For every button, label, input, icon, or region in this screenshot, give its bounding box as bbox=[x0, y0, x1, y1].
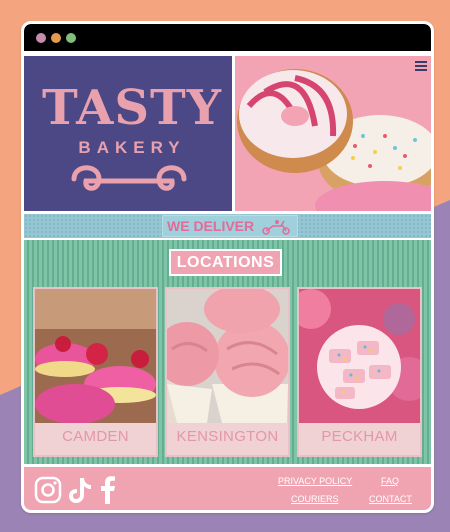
couriers-link[interactable]: COURIERS bbox=[291, 494, 339, 504]
maximize-window-button[interactable] bbox=[66, 33, 76, 43]
location-card-kensington[interactable]: KENSINGTON bbox=[165, 287, 290, 457]
window-titlebar bbox=[24, 24, 431, 51]
facebook-icon[interactable] bbox=[100, 476, 116, 504]
location-card-peckham[interactable]: PECKHAM bbox=[297, 287, 422, 457]
cupcakes-photo bbox=[167, 289, 288, 423]
minimize-window-button[interactable] bbox=[51, 33, 61, 43]
sprinkle-cookies-photo bbox=[299, 289, 420, 423]
hero-section: TASTY BAKERY bbox=[24, 56, 431, 211]
tiktok-icon[interactable] bbox=[68, 476, 92, 504]
scooter-icon bbox=[262, 220, 290, 235]
brand-logo: TASTY bbox=[42, 80, 222, 136]
delivery-badge[interactable]: WE DELIVER bbox=[162, 215, 298, 237]
delivery-banner: WE DELIVER bbox=[24, 214, 431, 238]
close-window-button[interactable] bbox=[36, 33, 46, 43]
footer: PRIVACY POLICY FAQ COURIERS CONTACT bbox=[24, 467, 431, 510]
location-label-kensington: KENSINGTON bbox=[176, 428, 279, 445]
logo-panel: TASTY BAKERY bbox=[24, 56, 232, 211]
hamburger-menu-icon[interactable] bbox=[415, 61, 427, 71]
location-card-camden[interactable]: CAMDEN bbox=[33, 287, 158, 457]
contact-link[interactable]: CONTACT bbox=[369, 494, 412, 504]
instagram-icon[interactable] bbox=[34, 476, 62, 504]
locations-heading: LOCATIONS bbox=[169, 249, 282, 276]
donuts-photo bbox=[235, 56, 431, 211]
logo-swirl-decoration bbox=[71, 165, 187, 191]
browser-window: TASTY BAKERY WE DELIVER LOCATIONS CAMDEN… bbox=[21, 21, 434, 513]
delivery-label: WE DELIVER bbox=[167, 218, 255, 234]
location-label-camden: CAMDEN bbox=[62, 428, 129, 445]
faq-link[interactable]: FAQ bbox=[381, 476, 399, 486]
privacy-policy-link[interactable]: PRIVACY POLICY bbox=[278, 476, 352, 486]
brand-tagline: BAKERY bbox=[78, 138, 186, 157]
location-label-peckham: PECKHAM bbox=[321, 428, 398, 445]
locations-section: LOCATIONS CAMDEN KENSINGTON PECKHAM bbox=[24, 240, 431, 464]
macarons-photo bbox=[35, 289, 156, 423]
